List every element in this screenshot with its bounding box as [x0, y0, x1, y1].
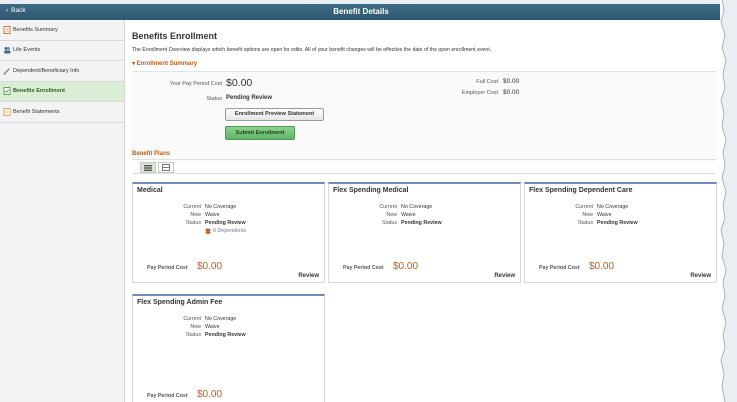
status-value: Pending Review [205, 332, 246, 338]
status-label: Status [381, 220, 397, 226]
pay-period-cost-label: Pay Period Cost [147, 393, 188, 399]
app-frame: ‹ Back Benefit Details Benefits Summary … [0, 4, 722, 402]
summary-icon [2, 25, 11, 34]
torn-edge [720, 0, 727, 402]
new-value: Waive [597, 212, 612, 218]
status-value: Pending Review [226, 95, 273, 101]
view-toggle-bar [132, 159, 716, 174]
status-label: Status [206, 96, 222, 102]
pay-period-cost-value: $0.00 [197, 261, 223, 272]
enrollment-summary-panel: Your Pay Period Cost $0.00 Status Pendin… [132, 71, 716, 163]
benefit-card-flex-spending-admin-fee[interactable]: Flex Spending Admin Fee Current No Cover… [132, 294, 325, 402]
pay-period-cost-value: $0.00 [589, 261, 615, 272]
status-value: Pending Review [205, 220, 246, 226]
review-link[interactable]: Review [690, 273, 711, 279]
new-label: New [582, 212, 593, 218]
pay-period-cost-value: $0.00 [393, 261, 419, 272]
enrollment-summary-toggle[interactable]: ▾ Enrollment Summary [132, 60, 197, 67]
new-label: New [386, 212, 397, 218]
new-value: Waive [205, 212, 220, 218]
new-label: New [190, 324, 201, 330]
enrollment-preview-button[interactable]: Enrollment Preview Statement [225, 108, 324, 121]
current-label: Current [183, 204, 201, 210]
current-value: No Coverage [401, 204, 433, 210]
dependent-icon [2, 66, 11, 75]
sidebar-item-label: Dependent/Beneficiary Info [13, 67, 80, 74]
status-label: Status [577, 220, 593, 226]
sidebar-item-benefits-summary[interactable]: Benefits Summary [0, 20, 124, 41]
people-icon [2, 46, 11, 55]
status-value: Pending Review [597, 220, 638, 226]
new-value: Waive [401, 212, 416, 218]
full-cost-label: Full Cost [476, 79, 498, 85]
header-bar: ‹ Back Benefit Details [0, 4, 722, 20]
pay-period-cost-label: Your Pay Period Cost [169, 81, 222, 87]
review-link[interactable]: Review [298, 273, 319, 279]
review-link[interactable]: Review [494, 273, 515, 279]
pay-period-cost-label: Pay Period Cost [147, 265, 188, 271]
benefit-plans-title: Benefit Plans [132, 151, 171, 157]
page-title: Benefits Enrollment [132, 31, 218, 41]
dependents-icon [205, 228, 211, 234]
intro-text: The Enrollment Overview displays which b… [132, 47, 492, 53]
sidebar-item-dependent-info[interactable]: Dependent/Beneficiary Info [0, 61, 124, 82]
grid-view-icon [144, 164, 152, 171]
sidebar-item-label: Benefits Summary [13, 26, 58, 33]
benefit-card-medical[interactable]: Medical Current No Coverage New Waive St… [132, 182, 325, 283]
pay-period-cost-value: $0.00 [197, 389, 223, 400]
current-label: Current [379, 204, 397, 210]
sidebar-item-label: Benefit Statements [13, 108, 60, 115]
enrollment-icon [2, 87, 11, 96]
submit-enrollment-button[interactable]: Submit Enrollment [225, 126, 295, 140]
pay-period-cost-label: Pay Period Cost [343, 265, 384, 271]
main-content: Benefits Enrollment The Enrollment Overv… [126, 20, 722, 402]
sidebar-item-benefit-statements[interactable]: Benefit Statements [0, 102, 124, 123]
card-title: Flex Spending Dependent Care [529, 187, 633, 194]
pay-period-cost-label: Pay Period Cost [539, 265, 580, 271]
employer-cost-value: $0.00 [503, 89, 520, 96]
pay-period-cost-value: $0.00 [226, 77, 253, 89]
enrollment-summary-label: Enrollment Summary [136, 61, 198, 67]
dependents-label: 0 Dependents [213, 228, 246, 234]
status-value: Pending Review [401, 220, 442, 226]
current-value: No Coverage [205, 204, 237, 210]
current-label: Current [575, 204, 593, 210]
full-cost-value: $0.00 [503, 78, 520, 85]
status-label: Status [185, 220, 201, 226]
caret-down-icon: ▾ [132, 61, 136, 67]
card-title: Flex Spending Admin Fee [137, 299, 223, 306]
current-value: No Coverage [205, 316, 237, 322]
header-title: Benefit Details [333, 7, 389, 16]
dependents-link[interactable]: 0 Dependents [205, 228, 246, 234]
status-label: Status [185, 332, 201, 338]
benefit-card-flex-spending-medical[interactable]: Flex Spending Medical Current No Coverag… [328, 182, 521, 283]
grid-view-button[interactable] [140, 162, 156, 173]
card-title: Flex Spending Medical [333, 187, 409, 194]
new-label: New [190, 212, 201, 218]
list-view-button[interactable] [158, 162, 174, 173]
sidebar-item-life-events[interactable]: Life Events [0, 41, 124, 61]
employer-cost-label: Employer Cost [461, 90, 498, 96]
current-value: No Coverage [597, 204, 629, 210]
list-view-icon [162, 164, 170, 171]
card-title: Medical [137, 187, 163, 194]
sidebar-item-label: Benefits Enrollment [13, 88, 65, 95]
statement-icon [2, 107, 11, 116]
current-label: Current [183, 316, 201, 322]
benefit-card-flex-spending-dependent-care[interactable]: Flex Spending Dependent Care Current No … [524, 182, 717, 283]
sidebar: Benefits Summary Life Events Dependent/B… [0, 20, 125, 402]
new-value: Waive [205, 324, 220, 330]
sidebar-item-label: Life Events [13, 47, 41, 54]
sidebar-item-benefits-enrollment[interactable]: Benefits Enrollment [0, 81, 124, 102]
